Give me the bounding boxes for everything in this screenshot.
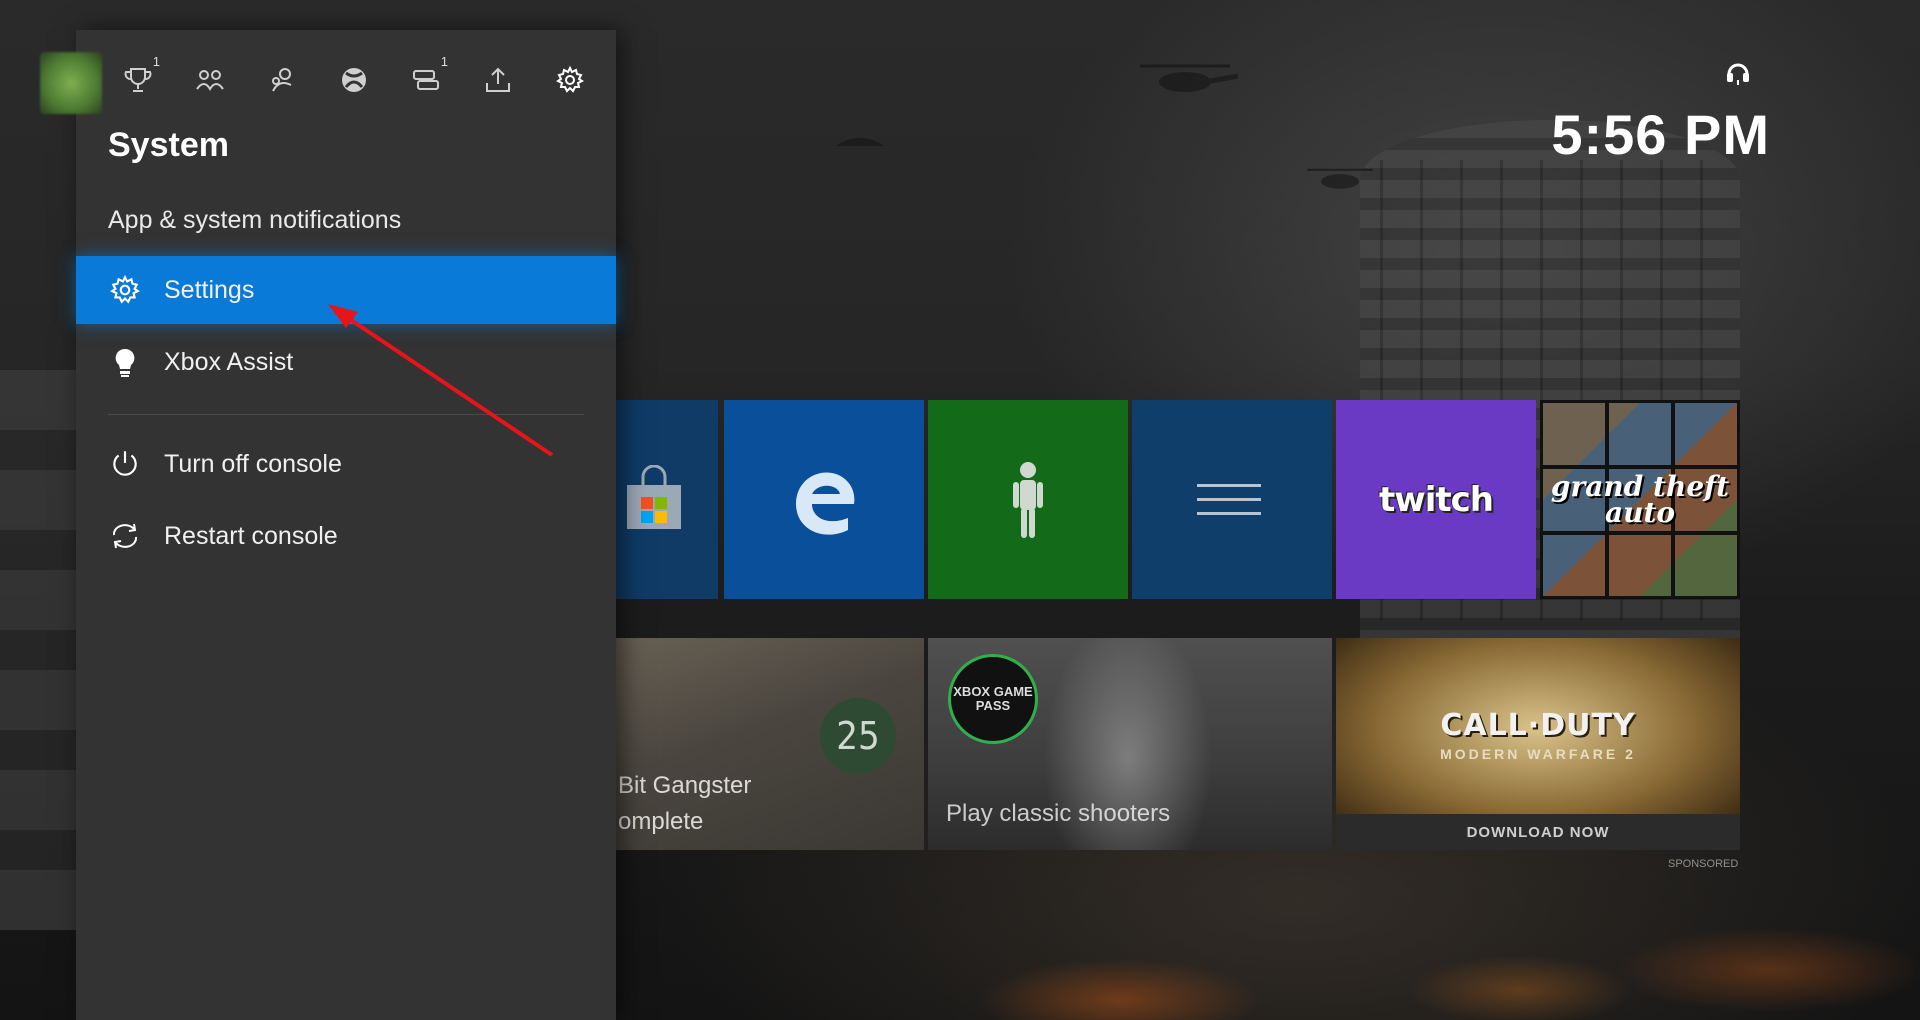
menu-item-label: Xbox Assist [164, 347, 294, 376]
helicopter-icon [1140, 64, 1239, 92]
xbox-logo-icon [342, 68, 366, 92]
cod-subtitle: MODERN WARFARE 2 [1440, 746, 1636, 762]
sponsored-label: SPONSORED [1668, 858, 1739, 870]
menu-item-label: Settings [164, 275, 255, 304]
background-fire [620, 850, 1920, 1020]
avatar-figure-icon [1013, 461, 1043, 538]
featured-bit-gangster[interactable]: 25 Bit Gangster omplete [590, 638, 924, 850]
messages-icon [413, 70, 439, 90]
share-upload-icon [486, 67, 510, 92]
messages-badge: 1 [440, 54, 448, 69]
menu-item-restart-console[interactable]: Restart console [76, 502, 616, 570]
profile-avatar[interactable] [40, 52, 102, 114]
power-icon [108, 447, 142, 481]
featured-title-line2: omplete [618, 808, 704, 835]
tab-broadcast[interactable] [478, 60, 518, 100]
trophy-icon [124, 68, 152, 92]
tab-party[interactable] [190, 60, 230, 100]
twitch-logo: twitch [1379, 479, 1494, 520]
tile-guide-app[interactable] [1132, 400, 1332, 599]
tab-xbox-home[interactable] [334, 60, 374, 100]
cod-title: CALL·DUTY [1440, 708, 1636, 743]
featured-caption: Play classic shooters [946, 800, 1171, 827]
app-system-notifications-link[interactable]: App & system notifications [108, 206, 401, 235]
gear-icon [108, 273, 142, 307]
headset-icon [1727, 63, 1749, 85]
background-building-left [0, 370, 76, 930]
menu-item-turn-off-console[interactable]: Turn off console [76, 430, 616, 498]
parachute-icon [835, 137, 885, 146]
featured-game-pass[interactable]: XBOX GAME PASS Play classic shooters [928, 638, 1332, 850]
guide-lines-icon [1197, 483, 1261, 515]
download-now-button[interactable]: DOWNLOAD NOW [1336, 814, 1740, 850]
tab-system[interactable] [550, 60, 590, 100]
menu-item-settings[interactable]: Settings [76, 256, 616, 324]
tile-microsoft-edge[interactable] [724, 400, 924, 599]
tab-messages[interactable]: 1 [406, 54, 448, 100]
page-title: System [108, 126, 229, 164]
store-bag-icon [627, 464, 681, 529]
party-icon [196, 70, 224, 91]
guide-panel: 1 1 System App & system notifications Se… [40, 30, 616, 1020]
menu-item-label: Turn off console [164, 449, 342, 478]
featured-call-of-duty[interactable]: CALL·DUTY MODERN WARFARE 2 DOWNLOAD NOW [1336, 638, 1740, 850]
gta-logo: grand theft auto [1550, 469, 1730, 529]
tile-avatar[interactable] [928, 400, 1128, 599]
featured-title-line1: Bit Gangster [618, 772, 752, 799]
rating-badge: 25 [820, 698, 896, 774]
tile-twitch[interactable]: twitch [1336, 400, 1536, 599]
tab-achievements[interactable]: 1 [118, 54, 160, 100]
edge-icon [796, 471, 855, 535]
menu-divider [108, 414, 584, 415]
lightbulb-icon [108, 345, 142, 379]
clock: 5:56 PM [1551, 103, 1770, 166]
tile-gta-v[interactable]: grand theft auto [1540, 400, 1740, 599]
people-icon [272, 68, 292, 92]
helicopter-icon [1307, 168, 1373, 189]
game-pass-logo: XBOX GAME PASS [948, 654, 1038, 744]
menu-item-xbox-assist[interactable]: Xbox Assist [76, 328, 616, 396]
restart-icon [108, 519, 142, 553]
menu-item-label: Restart console [164, 521, 338, 550]
gear-icon [556, 65, 584, 93]
tab-people[interactable] [262, 60, 302, 100]
achievements-badge: 1 [152, 54, 160, 69]
